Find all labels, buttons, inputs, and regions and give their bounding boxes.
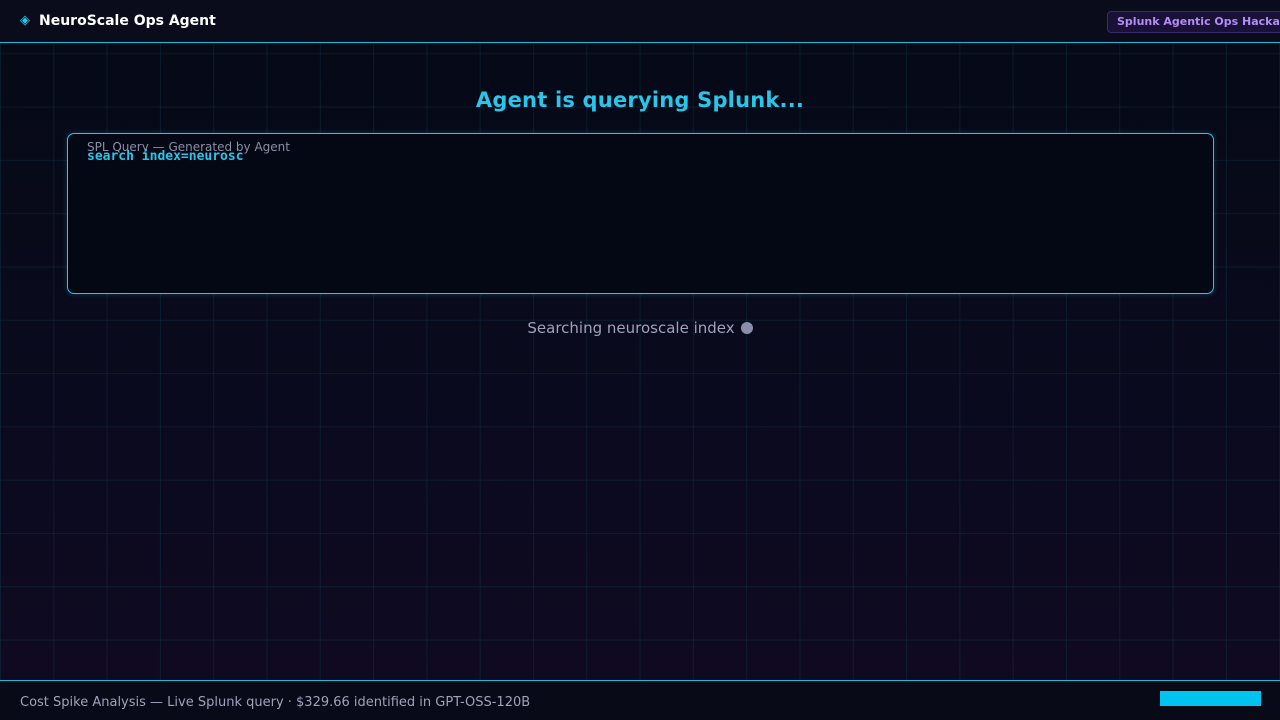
progress-bar xyxy=(1160,691,1261,706)
search-status: Searching neuroscale index xyxy=(0,318,1280,338)
progress-fill xyxy=(1160,691,1261,706)
app-window: ◈ NeuroScale Ops Agent Splunk Agentic Op… xyxy=(0,0,1280,720)
query-code: search index=neurosc xyxy=(87,149,244,164)
page-title: Agent is querying Splunk... xyxy=(475,88,805,112)
loading-dot-icon xyxy=(740,322,753,334)
brand: ◈ NeuroScale Ops Agent xyxy=(20,12,216,30)
footer-caption: Cost Spike Analysis — Live Splunk query … xyxy=(20,695,531,710)
spl-query-panel: SPL Query — Generated by Agent search in… xyxy=(67,133,1214,294)
status-text: Searching neuroscale index xyxy=(527,319,735,337)
diamond-icon: ◈ xyxy=(20,13,30,28)
hackathon-badge: Splunk Agentic Ops Hackathon xyxy=(1107,11,1280,33)
app-title: NeuroScale Ops Agent xyxy=(39,13,216,29)
footer-bar: Cost Spike Analysis — Live Splunk query … xyxy=(0,680,1280,720)
top-bar: ◈ NeuroScale Ops Agent Splunk Agentic Op… xyxy=(0,0,1280,43)
